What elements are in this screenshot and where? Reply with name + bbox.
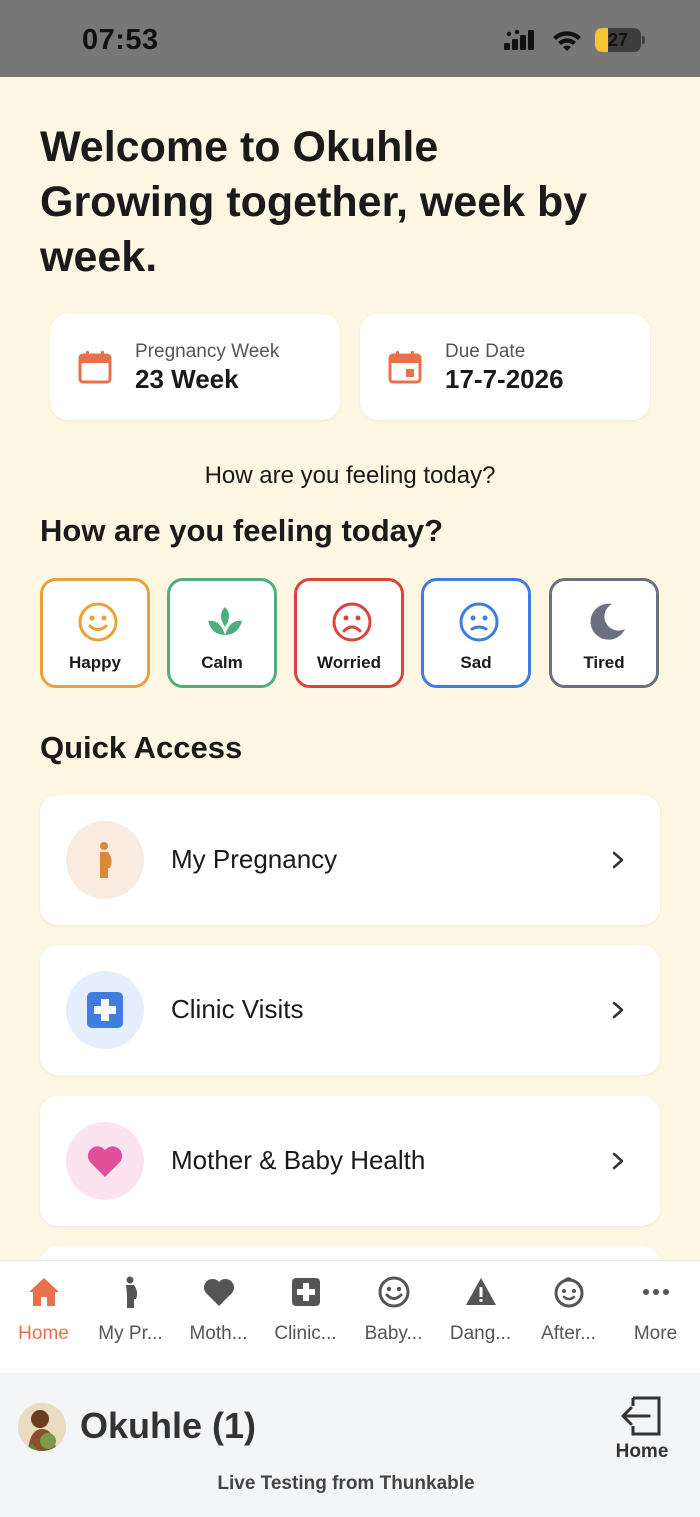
moon-icon: [590, 603, 625, 640]
pregnant-icon: [100, 842, 112, 878]
mood-label: Calm: [201, 653, 243, 672]
mother-avatar-icon: [18, 1403, 66, 1451]
heart-icon: [203, 1278, 235, 1306]
welcome-title: Welcome to Okuhle: [40, 123, 439, 171]
bottom-tab-bar: Home My Pr... Moth... Clinic... Baby...: [0, 1260, 700, 1373]
smile-icon: [78, 602, 118, 642]
medical-cross-icon: [87, 992, 123, 1028]
app-avatar: [18, 1403, 66, 1451]
heart-icon: [87, 1146, 123, 1177]
live-testing-caption: Live Testing from Thunkable: [217, 1473, 475, 1494]
battery-level: 27: [607, 30, 629, 50]
warning-icon: [466, 1278, 496, 1305]
pregnancy-week-label: Pregnancy Week: [135, 341, 280, 362]
tab-mother-health[interactable]: Moth...: [175, 1261, 262, 1374]
tab-label: Clinic...: [274, 1323, 337, 1344]
mood-label: Sad: [460, 653, 492, 672]
quick-access-label: Clinic Visits: [171, 994, 304, 1024]
cellular-signal-icon: [504, 29, 534, 50]
chevron-right-icon: [612, 1152, 624, 1170]
leaf-icon: [208, 607, 242, 635]
welcome-tagline: Growing together, week by week.: [40, 178, 588, 281]
tab-label: After...: [541, 1323, 596, 1344]
wifi-icon: [553, 31, 581, 51]
quick-access-heading: Quick Access: [40, 730, 243, 765]
quick-access-clinic-visits[interactable]: Clinic Visits: [40, 945, 660, 1075]
chevron-right-icon: [612, 851, 624, 869]
tab-clinic[interactable]: Clinic...: [262, 1261, 349, 1374]
chevron-right-icon: [612, 1001, 624, 1019]
pregnancy-week-card[interactable]: Pregnancy Week 23 Week: [50, 314, 340, 420]
pregnant-icon: [126, 1276, 138, 1308]
welcome-heading: Welcome to Okuhle Growing together, week…: [40, 120, 660, 285]
battery-icon: 27: [595, 28, 645, 52]
quick-access-label: Mother & Baby Health: [171, 1145, 426, 1175]
smile-icon: [378, 1276, 410, 1308]
mood-calm-button[interactable]: Calm: [167, 578, 277, 688]
tab-my-pregnancy[interactable]: My Pr...: [87, 1261, 174, 1374]
quick-access-mother-baby-health[interactable]: Mother & Baby Health: [40, 1096, 660, 1226]
exit-icon: [621, 1396, 661, 1436]
calendar-event-icon: [388, 351, 422, 384]
home-icon: [29, 1278, 59, 1306]
medical-cross-icon: [292, 1278, 320, 1306]
health-icon-circle: [66, 1122, 144, 1200]
tab-danger[interactable]: Dang...: [437, 1261, 524, 1374]
due-date-label: Due Date: [445, 341, 526, 362]
mood-worried-button[interactable]: Worried: [294, 578, 404, 688]
exit-home-button[interactable]: Home: [610, 1391, 674, 1463]
due-date-card[interactable]: Due Date 17-7-2026: [360, 314, 650, 420]
status-time: 07:53: [82, 24, 159, 56]
exit-home-label: Home: [615, 1441, 669, 1462]
more-icon: [643, 1289, 669, 1295]
frown-icon: [332, 602, 372, 642]
tab-after[interactable]: After...: [525, 1261, 612, 1374]
mood-label: Happy: [69, 653, 121, 672]
tab-label: Baby...: [364, 1323, 423, 1344]
pregnancy-icon-circle: [66, 821, 144, 899]
tab-label: Moth...: [189, 1323, 248, 1344]
mood-label: Worried: [317, 653, 381, 672]
tab-baby[interactable]: Baby...: [350, 1261, 437, 1374]
live-testing-bar: Okuhle (1) Home Live Testing from Thunka…: [0, 1373, 700, 1517]
mood-sad-button[interactable]: Sad: [421, 578, 531, 688]
mood-label: Tired: [583, 653, 625, 672]
sad-icon: [459, 602, 499, 642]
feeling-heading: How are you feeling today?: [40, 513, 444, 548]
mood-tired-button[interactable]: Tired: [549, 578, 659, 688]
baby-icon: [554, 1277, 584, 1308]
tab-label: Home: [18, 1323, 69, 1344]
feeling-prompt: How are you feeling today?: [204, 462, 496, 489]
project-title: Okuhle (1): [80, 1405, 257, 1446]
quick-access-my-pregnancy[interactable]: My Pregnancy: [40, 795, 660, 925]
quick-access-label: My Pregnancy: [171, 844, 338, 874]
tab-label: Dang...: [449, 1323, 512, 1344]
calendar-icon: [78, 351, 112, 384]
tab-more[interactable]: More: [612, 1261, 699, 1374]
due-date-value: 17-7-2026: [445, 364, 564, 394]
status-bar: 07:53 27: [0, 0, 700, 77]
tab-label: More: [633, 1323, 678, 1344]
tab-home[interactable]: Home: [0, 1261, 87, 1374]
tab-label: My Pr...: [98, 1323, 163, 1344]
mood-happy-button[interactable]: Happy: [40, 578, 150, 688]
pregnancy-week-value: 23 Week: [135, 364, 239, 394]
clinic-icon-circle: [66, 971, 144, 1049]
